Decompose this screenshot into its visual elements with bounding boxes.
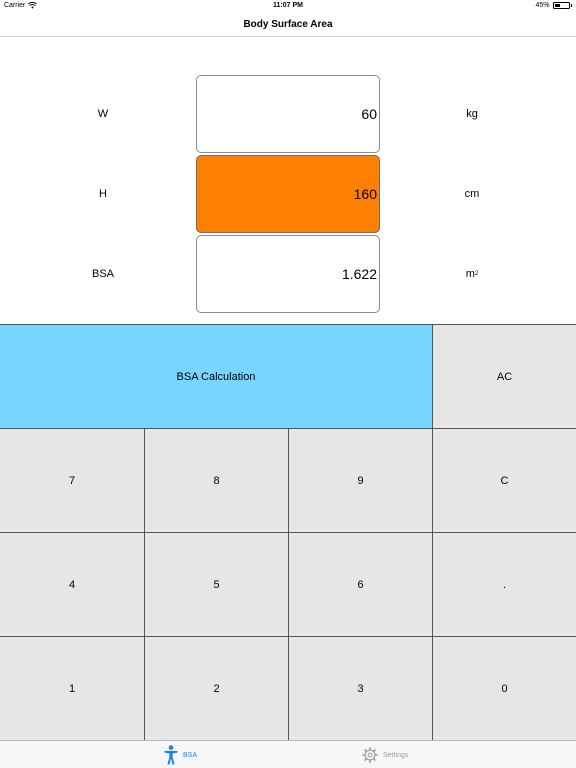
key-label: 3 — [357, 683, 364, 695]
battery-percent: 45% — [535, 2, 550, 9]
key-label: C — [500, 474, 509, 487]
key-label: 2 — [213, 683, 220, 695]
tab-bar: BSA Settings — [0, 740, 576, 768]
key-0-button[interactable]: 0 — [433, 637, 576, 741]
key-3-button[interactable]: 3 — [289, 637, 433, 741]
key-7-button[interactable]: 7 — [0, 429, 145, 533]
bsa-unit: m2 — [432, 235, 512, 313]
bsa-calculation-button[interactable]: BSA Calculation — [0, 325, 433, 429]
battery-fill — [554, 4, 561, 7]
person-icon — [164, 745, 178, 765]
key-4-button[interactable]: 4 — [0, 533, 145, 637]
bsa-value: 1.622 — [341, 266, 377, 282]
height-value: 160 — [353, 186, 377, 202]
tab-settings[interactable]: Settings — [362, 741, 408, 768]
height-field[interactable]: 160 — [196, 155, 380, 233]
gear-icon — [362, 747, 378, 763]
bsa-unit-superscript: 2 — [474, 271, 479, 277]
status-time: 11:07 PM — [273, 2, 303, 9]
key-8-button[interactable]: 8 — [145, 429, 289, 533]
battery-icon — [552, 2, 570, 9]
bsa-result-field: 1.622 — [196, 235, 380, 313]
keypad: BSA Calculation AC 7 8 9 C 4 5 6 . 1 2 3… — [0, 324, 576, 741]
height-unit: cm — [464, 188, 480, 200]
weight-label: W — [97, 108, 109, 120]
key-6-button[interactable]: 6 — [289, 533, 433, 637]
key-5-button[interactable]: 5 — [145, 533, 289, 637]
decimal-point-button[interactable]: . — [433, 533, 576, 637]
bsa-label: BSA — [91, 268, 114, 280]
key-2-button[interactable]: 2 — [145, 637, 289, 741]
all-clear-label: AC — [496, 370, 513, 383]
tab-bsa[interactable]: BSA — [164, 741, 197, 768]
weight-row: W 60 kg — [0, 75, 576, 153]
bsa-row: BSA 1.622 m2 — [0, 235, 576, 313]
tab-settings-label: Settings — [383, 751, 409, 759]
clear-button[interactable]: C — [433, 429, 576, 533]
status-right: 45% — [535, 2, 572, 9]
key-label: 0 — [501, 683, 508, 695]
weight-unit: kg — [466, 108, 478, 120]
battery-cap — [570, 4, 572, 7]
key-label: 5 — [213, 578, 220, 591]
key-label: 4 — [68, 578, 76, 591]
all-clear-button[interactable]: AC — [433, 325, 576, 429]
weight-field[interactable]: 60 — [196, 75, 380, 153]
key-label: 6 — [357, 578, 364, 591]
key-1-button[interactable]: 1 — [0, 637, 145, 741]
height-label: H — [99, 188, 107, 200]
navigation-bar: Body Surface Area — [0, 12, 576, 37]
tab-bsa-label: BSA — [183, 751, 198, 759]
status-bar: Carrier 11:07 PM 45% — [0, 0, 576, 12]
key-9-button[interactable]: 9 — [289, 429, 433, 533]
key-label: 7 — [68, 474, 76, 487]
key-label: 1 — [68, 683, 76, 695]
height-row: H 160 cm — [0, 155, 576, 233]
key-label: 8 — [213, 474, 220, 487]
bsa-unit-base: m — [465, 268, 475, 280]
page-title: Body Surface Area — [243, 18, 333, 30]
bsa-calculation-label: BSA Calculation — [176, 370, 256, 383]
key-label: 9 — [357, 474, 364, 487]
key-label: . — [502, 578, 507, 591]
weight-value: 60 — [361, 106, 377, 122]
